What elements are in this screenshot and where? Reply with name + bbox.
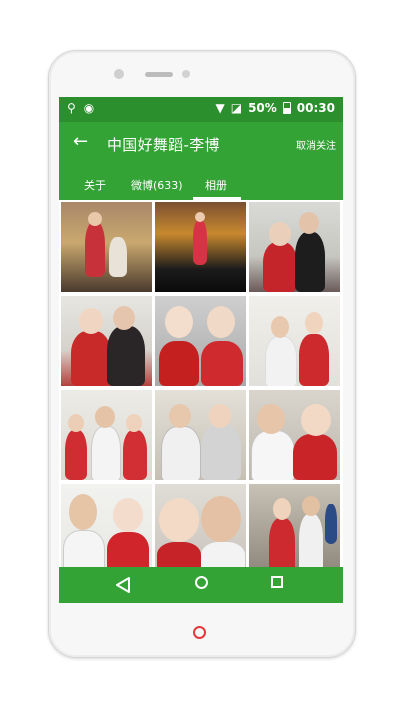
- screen: ⚲ ◉ ▼ ◪ 50% 00:30 ← 中国好舞蹈-李博 取消关注 关于 微博(…: [59, 97, 343, 603]
- earpiece: [145, 72, 173, 77]
- tab-album[interactable]: 相册: [205, 177, 227, 193]
- usb-icon: ⚲: [67, 101, 76, 115]
- battery-icon: [282, 102, 291, 114]
- photo-thumbnail[interactable]: [249, 296, 340, 386]
- photo-thumbnail[interactable]: [249, 484, 340, 574]
- app-bar: ← 中国好舞蹈-李博 取消关注: [59, 122, 343, 168]
- nav-back-icon[interactable]: [115, 576, 131, 594]
- photo-thumbnail[interactable]: [61, 484, 152, 574]
- photo-thumbnail[interactable]: [155, 296, 246, 386]
- photo-thumbnail[interactable]: [61, 390, 152, 480]
- photo-grid: [59, 200, 343, 574]
- clock: 00:30: [296, 101, 335, 115]
- unfollow-button[interactable]: 取消关注: [296, 137, 336, 152]
- photo-thumbnail[interactable]: [249, 202, 340, 292]
- status-bar: ⚲ ◉ ▼ ◪ 50% 00:30: [59, 97, 343, 122]
- wifi-icon: ▼: [215, 101, 225, 115]
- photo-thumbnail[interactable]: [155, 202, 246, 292]
- tab-about[interactable]: 关于: [84, 177, 106, 193]
- photo-thumbnail[interactable]: [155, 484, 246, 574]
- sensor: [182, 70, 190, 78]
- photo-thumbnail[interactable]: [249, 390, 340, 480]
- tab-weibo[interactable]: 微博(633): [131, 177, 183, 193]
- photo-thumbnail[interactable]: [61, 202, 152, 292]
- hardware-home-key[interactable]: [193, 626, 206, 639]
- page-title: 中国好舞蹈-李博: [107, 136, 220, 154]
- photo-thumbnail[interactable]: [61, 296, 152, 386]
- nav-home-icon[interactable]: [195, 576, 208, 589]
- nav-recents-icon[interactable]: [271, 576, 283, 588]
- back-arrow-icon[interactable]: ←: [73, 131, 88, 152]
- no-signal-icon: ◪: [230, 101, 243, 115]
- android-icon: ◉: [83, 101, 95, 115]
- navigation-bar: [59, 567, 343, 603]
- photo-thumbnail[interactable]: [155, 390, 246, 480]
- front-camera: [114, 69, 124, 79]
- battery-percent: 50%: [248, 101, 277, 115]
- tab-bar: 关于 微博(633) 相册: [59, 168, 343, 200]
